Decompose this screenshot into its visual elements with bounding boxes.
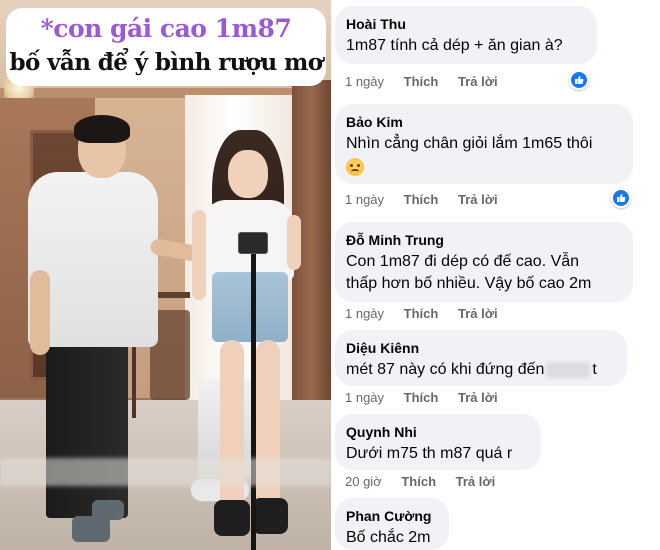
phone-on-stand (238, 232, 268, 254)
comment-time[interactable]: 20 giờ (345, 474, 382, 489)
comment-time[interactable]: 1 ngày (345, 74, 384, 89)
sad-face-emoji-icon (346, 158, 364, 176)
reply-button[interactable]: Trả lời (458, 192, 498, 207)
comment-text: Nhìn cẳng chân giỏi lắm 1m65 thôi (346, 135, 593, 152)
girl-arm (287, 215, 301, 270)
comment-actions: 1 ngày Thích Trả lời (345, 390, 514, 405)
like-button[interactable]: Thích (404, 390, 439, 405)
comment-text-line-1: Con 1m87 đi dép có đế cao. Vẫn (346, 253, 580, 270)
girl-shorts (212, 272, 288, 342)
girl-face (228, 150, 268, 198)
blurred-watermark (0, 458, 331, 486)
comment-author[interactable]: Diệu Kiênn (346, 340, 615, 357)
comment-actions: 20 giờ Thích Trả lời (345, 474, 511, 489)
comment-author[interactable]: Đỗ Minh Trung (346, 232, 621, 249)
comment-bubble: Đỗ Minh Trung Con 1m87 đi dép có đế cao.… (335, 222, 633, 302)
comment-time[interactable]: 1 ngày (345, 192, 384, 207)
comment-text-before: mét 87 này có khi đứng đến (346, 361, 545, 378)
caption-line-1: *con gái cao 1m87 (40, 14, 292, 43)
man-shoe (92, 500, 124, 520)
comment-author[interactable]: Quynh Nhi (346, 424, 529, 441)
comment-time[interactable]: 1 ngày (345, 306, 384, 321)
comment-text: mét 87 này có khi đứng đến t (346, 359, 615, 381)
thumbs-up-icon[interactable] (569, 70, 589, 90)
blurred-text (546, 361, 591, 378)
comment-bubble: Phan Cường Bố chắc 2m (335, 498, 449, 550)
caption-line-2: bố vẫn để ý bình rượu mơ (9, 49, 324, 76)
comment-author[interactable]: Phan Cường (346, 508, 437, 525)
comments-panel: Hoài Thu 1m87 tính cả dép + ăn gian à? 1… (333, 0, 660, 550)
girl-shoe (252, 498, 288, 534)
comment-text: Bố chắc 2m (346, 529, 431, 546)
comment-text: Dưới m75 th m87 quá r (346, 445, 513, 462)
comment-text: 1m87 tính cả dép + ăn gian à? (346, 37, 563, 54)
comment-time[interactable]: 1 ngày (345, 390, 384, 405)
man-arm (30, 270, 50, 355)
comment-text-line-2: thấp hơn bố nhiều. Vậy bố cao 2m (346, 275, 592, 292)
comment-actions: 1 ngày Thích Trả lời (345, 306, 514, 321)
thumbs-up-icon[interactable] (611, 188, 631, 208)
comment-bubble: Diệu Kiênn mét 87 này có khi đứng đến t (335, 330, 627, 386)
comment-author[interactable]: Hoài Thu (346, 16, 585, 33)
caption-box: *con gái cao 1m87 bố vẫn để ý bình rượu … (6, 8, 326, 86)
comment-bubble: Bảo Kim Nhìn cẳng chân giỏi lắm 1m65 thô… (335, 104, 633, 184)
like-button[interactable]: Thích (404, 74, 439, 89)
comment-author[interactable]: Bảo Kim (346, 114, 621, 131)
reply-button[interactable]: Trả lời (458, 306, 498, 321)
comment-actions: 1 ngày Thích Trả lời (345, 74, 514, 89)
reply-button[interactable]: Trả lời (458, 74, 498, 89)
girl-arm (192, 210, 206, 300)
man-pants (46, 343, 128, 518)
comment-bubble: Hoài Thu 1m87 tính cả dép + ăn gian à? (335, 6, 597, 64)
comment-bubble: Quynh Nhi Dưới m75 th m87 quá r (335, 414, 541, 470)
reply-button[interactable]: Trả lời (456, 474, 496, 489)
like-button[interactable]: Thích (404, 192, 439, 207)
man-hair (74, 115, 130, 143)
comment-text-after: t (592, 361, 597, 378)
phone-stand (251, 250, 256, 550)
like-button[interactable]: Thích (404, 306, 439, 321)
like-button[interactable]: Thích (401, 474, 436, 489)
reply-button[interactable]: Trả lời (458, 390, 498, 405)
video-frame: *con gái cao 1m87 bố vẫn để ý bình rượu … (0, 0, 331, 550)
girl-shoe (214, 500, 250, 536)
comment-actions: 1 ngày Thích Trả lời (345, 192, 514, 207)
